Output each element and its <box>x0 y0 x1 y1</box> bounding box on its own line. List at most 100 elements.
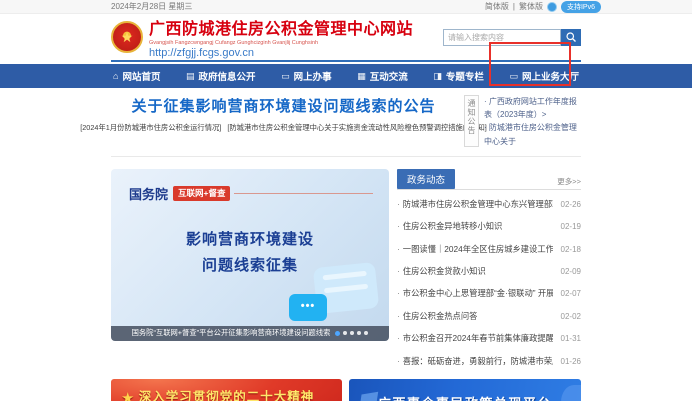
home-icon: ⌂ <box>113 71 118 81</box>
slider-dot[interactable] <box>335 331 340 336</box>
bullet: · <box>397 244 400 254</box>
news-date: 02-02 <box>561 312 581 321</box>
nav-item-home[interactable]: ⌂ 网站首页 <box>111 69 162 83</box>
announcement-headline[interactable]: 关于征集影响营商环境建设问题线索的公告 <box>111 95 456 116</box>
nav-item-interaction[interactable]: ▦ 互动交流 <box>355 69 410 83</box>
search-button[interactable] <box>561 29 581 46</box>
slider-badge: 互联网+督查 <box>173 186 230 201</box>
announcement-link[interactable]: [防城港市住房公积金管理中心关于实施资金流动性风险橙色预警调控措施的通知] <box>227 123 486 133</box>
slider-dot[interactable] <box>364 331 368 335</box>
bullet: · <box>397 356 400 366</box>
nav-label: 专题专栏 <box>446 69 484 83</box>
news-date: 01-31 <box>561 334 581 343</box>
slider-caption-bar: 国务院“互联网+督查”平台公开征集影响营商环境建设问题线索 <box>111 326 389 341</box>
lang-divider: | <box>513 2 515 11</box>
bar-chart-icon: ▦ <box>357 71 366 82</box>
search-input[interactable] <box>443 29 561 46</box>
news-more-link[interactable]: 更多>> <box>557 176 581 189</box>
news-item[interactable]: · 住房公积金异地转移小知识 02-19 <box>397 215 581 237</box>
news-panel: 政务动态 更多>> · 防城港市住房公积金管理中心东兴管理部联合邮储银行东兴支.… <box>397 169 581 372</box>
notice-board: 通知公告 · 广西政府网站工作年度报表（2023年度）> · 防城港市住房公积金… <box>464 95 581 148</box>
bullet: · <box>397 333 400 343</box>
site-url[interactable]: http://zfgjj.fcgs.gov.cn <box>149 47 413 59</box>
monitor-icon: ▭ <box>281 71 290 82</box>
news-date: 02-26 <box>561 200 581 209</box>
nav-label: 网上业务大厅 <box>522 69 579 83</box>
news-item[interactable]: · 市公积金召开2024年春节前集体廉政提醒谈话会议 01-31 <box>397 327 581 349</box>
news-title: 住房公积金贷款小知识 <box>403 265 486 277</box>
site-header: ★ 广西防城港住房公积金管理中心网站 Gvangjsih Fangzcwngan… <box>0 14 692 62</box>
news-title: 一图读懂｜2024年全区住房城乡建设工作任务 <box>403 243 553 255</box>
national-emblem-icon: ★ <box>111 21 143 53</box>
news-title: 市公积金中心上思管理部“金·银联动” 开展迎新春住房公积... <box>403 287 553 299</box>
online-hall-icon: ▭ <box>509 71 518 82</box>
news-item[interactable]: · 防城港市住房公积金管理中心东兴管理部联合邮储银行东兴支... 02-26 <box>397 193 581 215</box>
slider-caption-text[interactable]: 国务院“互联网+督查”平台公开征集影响营商环境建设问题线索 <box>132 328 331 338</box>
red-banner-title: 深入学习贯彻党的二十大精神 <box>111 386 342 401</box>
bullet: · <box>397 266 400 276</box>
notice-item[interactable]: · 防城港市住房公积金管理中心关于 <box>484 121 581 147</box>
news-item[interactable]: · 市公积金中心上思管理部“金·银联动” 开展迎新春住房公积... 02-07 <box>397 282 581 304</box>
slider-dot[interactable] <box>350 331 354 335</box>
nav-label: 互动交流 <box>370 69 408 83</box>
news-date: 01-26 <box>561 357 581 366</box>
news-title: 防城港市住房公积金管理中心东兴管理部联合邮储银行东兴支... <box>403 198 553 210</box>
news-date: 02-07 <box>561 289 581 298</box>
search-icon <box>565 31 577 43</box>
notice-item[interactable]: · 广西政府网站工作年度报表（2023年度）> <box>484 95 581 121</box>
bullet: · <box>397 221 400 231</box>
picture-icon: ◨ <box>433 71 442 82</box>
news-list: · 防城港市住房公积金管理中心东兴管理部联合邮储银行东兴支... 02-26 ·… <box>397 193 581 372</box>
news-item[interactable]: · 一图读懂｜2024年全区住房城乡建设工作任务 02-18 <box>397 238 581 260</box>
current-date: 2024年2月28日 星期三 <box>111 1 192 12</box>
slider-dot[interactable] <box>343 331 347 335</box>
nav-label: 网上办事 <box>294 69 332 83</box>
swoosh-decoration <box>561 385 581 401</box>
policy-platform-banner[interactable]: 广西惠企惠民政策兑现平台 <box>349 379 581 401</box>
party-congress-banner[interactable]: ★ 深入学习贯彻党的二十大精神 点击进入广西政府网专题 › <box>111 379 342 401</box>
site-title: 广西防城港住房公积金管理中心网站 <box>149 15 413 39</box>
traditional-link[interactable]: 繁体版 <box>519 1 543 12</box>
slider-title-line1: 影响营商环境建设 <box>111 227 389 253</box>
nav-item-special-topics[interactable]: ◨ 专题专栏 <box>431 69 486 83</box>
bullet: · <box>397 311 400 321</box>
nav-item-online-services[interactable]: ▭ 网上办事 <box>279 69 334 83</box>
tab-gov-news[interactable]: 政务动态 <box>397 169 455 189</box>
bottom-banners: ★ 深入学习贯彻党的二十大精神 点击进入广西政府网专题 › 广西惠企惠民政策兑现… <box>0 379 692 401</box>
main-content: 国务院 互联网+督查 影响营商环境建设 问题线索征集 ••• 国务院“互联网+督… <box>0 169 692 372</box>
hero-slider[interactable]: 国务院 互联网+督查 影响营商环境建设 问题线索征集 ••• 国务院“互联网+督… <box>111 169 389 341</box>
chat-bubble-dots-icon: ••• <box>289 294 327 321</box>
notice-label: 通知公告 <box>464 95 479 147</box>
ipv6-badge: 支持IPv6 <box>561 1 601 13</box>
bullet: · <box>397 288 400 298</box>
news-date: 02-09 <box>561 267 581 276</box>
news-title: 喜报：砥砺奋进，勇毅前行，防城港市荣膺“第十一批全国民... <box>403 355 553 367</box>
site-brand: ★ 广西防城港住房公积金管理中心网站 Gvangjsih Fangzcwngan… <box>111 15 413 59</box>
news-title: 市公积金召开2024年春节前集体廉政提醒谈话会议 <box>403 332 553 344</box>
nav-item-online-business-hall[interactable]: ▭ 网上业务大厅 <box>507 69 581 83</box>
accessibility-icon[interactable] <box>547 2 557 12</box>
news-title: 住房公积金异地转移小知识 <box>403 220 503 232</box>
news-date: 02-18 <box>561 245 581 254</box>
paper-plane-icon <box>360 391 378 401</box>
slider-dot[interactable] <box>357 331 361 335</box>
news-item[interactable]: · 喜报：砥砺奋进，勇毅前行，防城港市荣膺“第十一批全国民... 01-26 <box>397 349 581 371</box>
slider-dots <box>335 331 368 336</box>
announcement-link[interactable]: [2024年1月份防城港市住房公积金运行情况] <box>80 123 221 133</box>
bullet: · <box>397 199 400 209</box>
announcement-section: 关于征集影响营商环境建设问题线索的公告 [2024年1月份防城港市住房公积金运行… <box>0 88 692 163</box>
info-disclosure-icon: ▤ <box>186 71 195 82</box>
news-date: 02-19 <box>561 222 581 231</box>
news-item[interactable]: · 住房公积金贷款小知识 02-09 <box>397 260 581 282</box>
news-item[interactable]: · 住房公积金热点问答 02-02 <box>397 305 581 327</box>
slider-rule <box>234 193 373 194</box>
news-title: 住房公积金热点问答 <box>403 310 478 322</box>
site-title-pinyin: Gvangjsih Fangzcwngangj Cufangz Gunghciz… <box>149 40 413 46</box>
nav-item-info-disclosure[interactable]: ▤ 政府信息公开 <box>184 69 258 83</box>
slider-gov-label: 国务院 <box>129 184 168 203</box>
party-emblem-icon: ★ <box>121 389 134 401</box>
nav-label: 政府信息公开 <box>199 69 256 83</box>
nav-label: 网站首页 <box>122 69 160 83</box>
simplified-link[interactable]: 简体版 <box>485 1 509 12</box>
blue-banner-title: 广西惠企惠民政策兑现平台 <box>378 393 552 401</box>
